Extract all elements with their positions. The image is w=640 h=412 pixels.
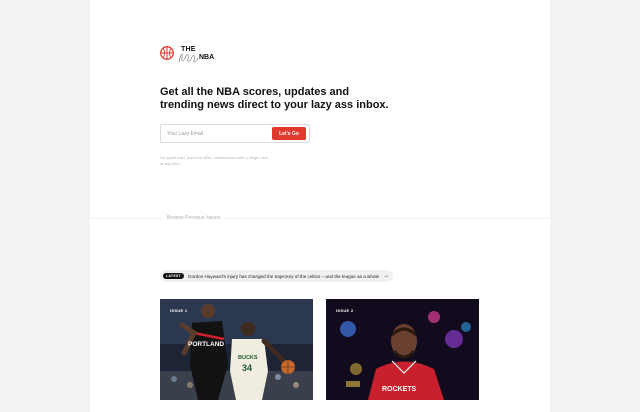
submit-button[interactable]: Let's Go <box>272 127 306 140</box>
section-divider <box>90 218 550 219</box>
basketball-icon <box>160 46 174 60</box>
issue-1-label: ISSUE 1 <box>170 308 188 313</box>
newsletter-page: THE NBA Get all the NBA scores, updates … <box>90 0 550 412</box>
logo-script-mark <box>178 53 199 63</box>
brand-logo[interactable]: THE NBA <box>160 45 220 65</box>
browse-previous-issues-label: Browse Previous Issues <box>162 215 226 221</box>
jersey-text-left: PORTLAND <box>188 341 224 348</box>
issue-2-photo: ROCKETS <box>326 299 479 400</box>
issue-card-2[interactable]: ROCKETS ISSUE 2 <box>326 299 479 400</box>
signup-note: No spam ever, just pure NBA. Unsubscribe… <box>160 155 269 166</box>
hero-headline: Get all the NBA scores, updates and tren… <box>160 86 389 111</box>
email-field[interactable] <box>167 128 267 140</box>
jersey-text-right: BUCKS <box>238 355 258 361</box>
issue-1-photo: PORTLAND BUCKS 34 <box>160 299 313 400</box>
jersey-text: ROCKETS <box>382 386 417 393</box>
latest-issue-link[interactable]: LATEST Gordon Hayward's injury has chang… <box>160 270 394 282</box>
issue-2-label: ISSUE 2 <box>336 308 354 313</box>
signup-form: Let's Go <box>160 124 310 143</box>
logo-nba-text: NBA <box>199 54 215 61</box>
issue-card-1[interactable]: PORTLAND BUCKS 34 ISSUE 1 <box>160 299 313 400</box>
jersey-number: 34 <box>242 363 252 373</box>
latest-headline: Gordon Hayward's injury has changed the … <box>187 273 380 279</box>
latest-badge: LATEST <box>163 273 184 279</box>
arrow-right-icon: → <box>383 273 390 279</box>
